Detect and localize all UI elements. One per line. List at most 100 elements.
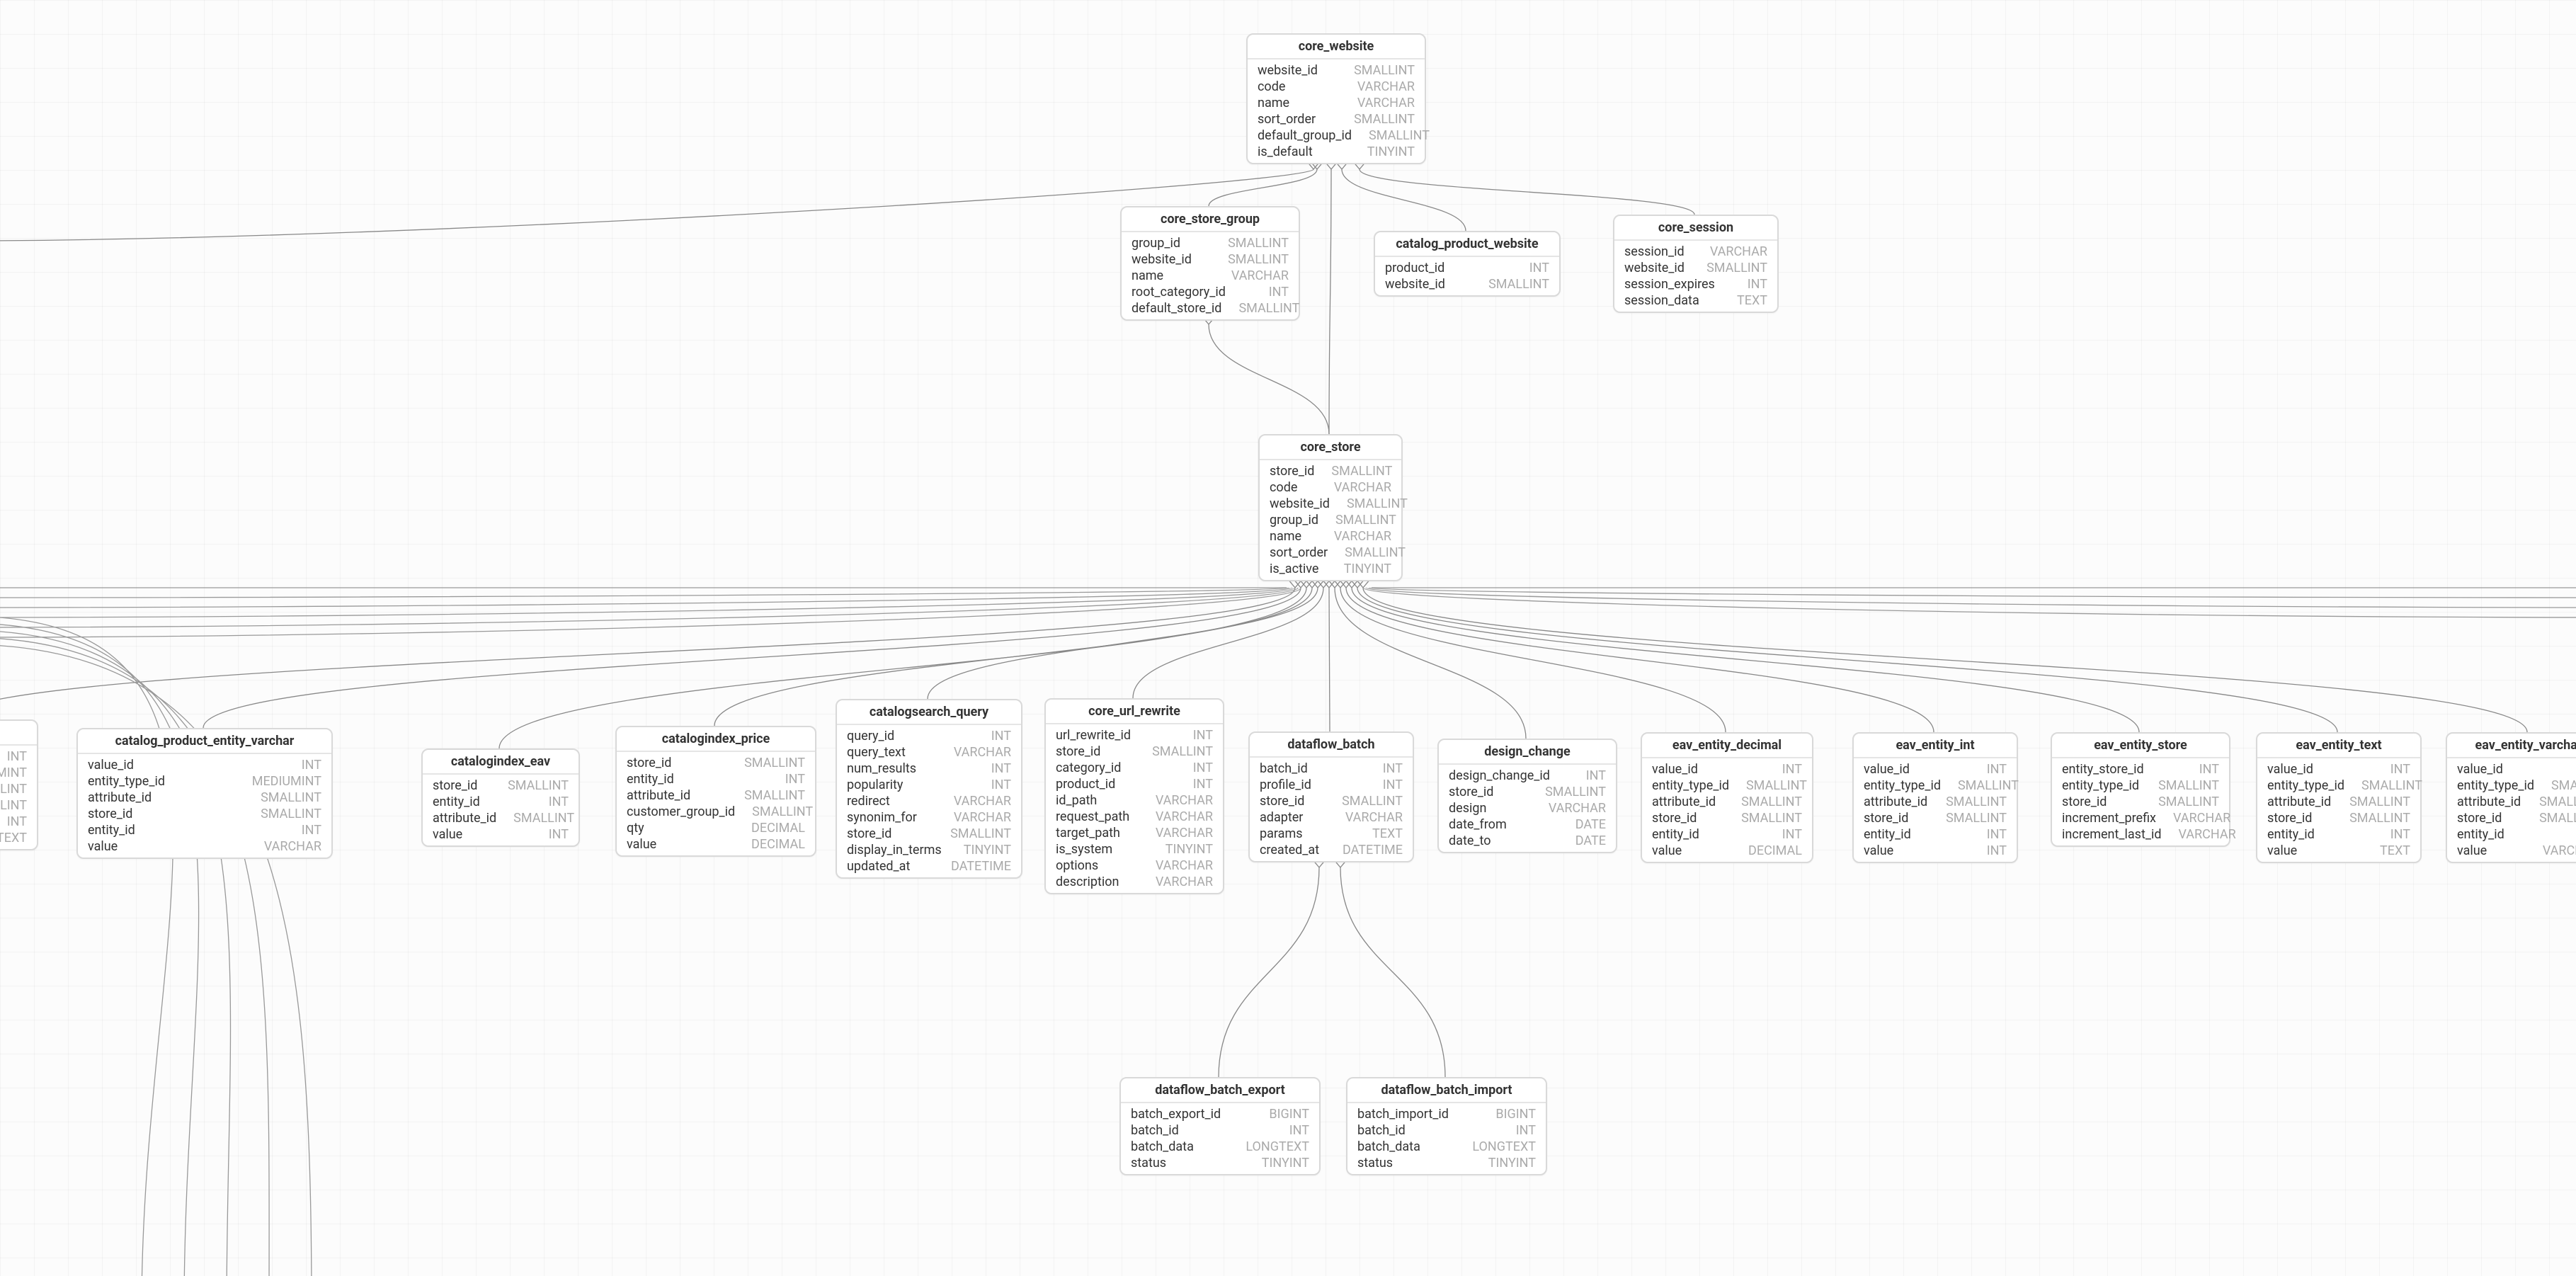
column-row: synonim_forVARCHAR — [837, 809, 1021, 826]
entity-title: core_website — [1248, 35, 1425, 59]
column-name: batch_id — [1260, 761, 1308, 776]
entity-catalogsearch_query[interactable]: catalogsearch_queryquery_idINTquery_text… — [836, 699, 1022, 879]
column-name: status — [1131, 1156, 1166, 1170]
entity-catalog_product_website[interactable]: catalog_product_website product_idINTwebs… — [1374, 231, 1561, 297]
column-name: store_id — [1260, 794, 1304, 809]
column-name: product_id — [1385, 261, 1444, 275]
column-type: BIGINT — [1495, 1107, 1536, 1122]
column-name: attribute_id — [2267, 794, 2331, 809]
column-row: value_id INT — [78, 757, 331, 773]
entity-dataflow_batch_import[interactable]: dataflow_batch_importbatch_import_idBIGI… — [1346, 1077, 1547, 1175]
column-type: DATETIME — [1343, 843, 1403, 858]
column-name: root_category_id — [1132, 285, 1226, 300]
column-type: INT — [1193, 761, 1213, 775]
column-type: INT — [302, 758, 321, 773]
column-type: VARCHAR — [1549, 801, 1606, 816]
diagram-canvas[interactable]: core_websitewebsite_idSMALLINTcodeVARCHA… — [0, 0, 2576, 1276]
column-type: SMALLINT — [1958, 778, 2019, 793]
entity-columns: session_idVARCHARwebsite_idSMALLINTsessi… — [1614, 241, 1777, 312]
column-row: request_pathVARCHAR — [1046, 809, 1223, 825]
column-name: entity_id — [2457, 827, 2504, 842]
entity-core_store_group[interactable]: core_store_groupgroup_idSMALLINTwebsite_… — [1120, 206, 1300, 321]
column-type: SMALLINT — [1228, 236, 1289, 251]
column-row: entity_idINT — [78, 822, 331, 838]
column-name: batch_id — [1131, 1123, 1179, 1138]
entity-eav_entity_varchar[interactable]: eav_entity_varcharvalue_idINTentity_type… — [2446, 732, 2576, 863]
column-type: INT — [1193, 777, 1213, 792]
column-type: LONGTEXT — [1472, 1139, 1536, 1154]
column-row: website_idSMALLINT — [1375, 276, 1559, 292]
entity-core_session[interactable]: core_sessionsession_idVARCHARwebsite_idS… — [1613, 215, 1779, 313]
column-type: SMALLINT — [1342, 794, 1403, 809]
column-name: website_id — [1270, 496, 1330, 511]
column-row: statusTINYINT — [1121, 1155, 1319, 1171]
column-type: SMALLINT — [2349, 794, 2410, 809]
column-name: store_id — [1652, 811, 1697, 826]
entity-columns: value_idINTentity_type_idMEDIUMINTattrib… — [78, 754, 331, 858]
entity-eav_entity_decimal[interactable]: eav_entity_decimalvalue_idINTentity_type… — [1641, 732, 1813, 863]
entity-catalog_product_entity_varchar[interactable]: catalog_product_entity_varcharvalue_idIN… — [76, 728, 333, 859]
entity-catalog_product_entity_text_partial[interactable]: xtINTMEDIUMINTSMALLINTSMALLINTINTTEXT — [0, 719, 38, 850]
entity-columns: website_idSMALLINTcodeVARCHARnameVARCHAR… — [1248, 59, 1425, 163]
entity-eav_entity_int[interactable]: eav_entity_intvalue_idINTentity_type_idS… — [1852, 732, 2018, 863]
column-type: SMALLINT — [508, 778, 569, 793]
column-row: store_idSMALLINT — [1642, 810, 1812, 826]
column-type: SMALLINT — [1345, 545, 1406, 560]
column-row: is_defaultTINYINT — [1248, 144, 1425, 160]
column-type: SMALLINT — [1369, 128, 1430, 143]
entity-columns: url_rewrite_idINTstore_idSMALLINTcategor… — [1046, 724, 1223, 893]
column-name: default_store_id — [1132, 301, 1221, 316]
column-name: batch_id — [1357, 1123, 1406, 1138]
column-name: entity_id — [2267, 827, 2315, 842]
column-row: value_idINT — [2257, 761, 2420, 777]
entity-core_url_rewrite[interactable]: core_url_rewriteurl_rewrite_idINTstore_i… — [1044, 698, 1224, 894]
column-name: entity_type_id — [2267, 778, 2344, 793]
column-name: value_id — [88, 758, 134, 773]
column-name: website_id — [1624, 261, 1685, 275]
entity-title: design_change — [1439, 740, 1616, 765]
column-row: store_idSMALLINT — [2257, 810, 2420, 826]
column-row: product_idINT — [1375, 260, 1559, 276]
entity-design_change[interactable]: design_changedesign_change_idINTstore_id… — [1437, 739, 1617, 853]
entity-eav_entity_store[interactable]: eav_entity_storeentity_store_idINTentity… — [2051, 732, 2230, 847]
column-row: is_systemTINYINT — [1046, 841, 1223, 858]
column-name: value_id — [1864, 762, 1910, 777]
entity-catalogindex_eav[interactable]: catalogindex_eavstore_idSMALLINTentity_i… — [421, 748, 580, 847]
column-name: store_id — [433, 778, 477, 793]
entity-dataflow_batch_export[interactable]: dataflow_batch_exportbatch_export_idBIGI… — [1119, 1077, 1321, 1175]
column-name: sort_order — [1270, 545, 1328, 560]
column-row: session_expiresINT — [1614, 276, 1777, 292]
column-type: VARCHAR — [1156, 826, 1213, 841]
column-name: website_id — [1132, 252, 1192, 267]
column-row: increment_prefixVARCHAR — [2052, 810, 2229, 826]
column-row: date_fromDATE — [1439, 816, 1616, 833]
entity-core_website[interactable]: core_websitewebsite_idSMALLINTcodeVARCHA… — [1246, 33, 1426, 164]
entity-dataflow_batch[interactable]: dataflow_batchbatch_idINTprofile_idINTst… — [1248, 731, 1414, 862]
column-row: query_idINT — [837, 728, 1021, 744]
entity-core_store[interactable]: core_storestore_idSMALLINTcodeVARCHARweb… — [1258, 434, 1403, 581]
column-name: store_id — [1056, 744, 1100, 759]
column-type: INT — [302, 823, 321, 838]
entity-catalogindex_price[interactable]: catalogindex_pricestore_idSMALLINTentity… — [615, 726, 816, 857]
entity-columns: batch_idINTprofile_idINTstore_idSMALLINT… — [1250, 758, 1413, 861]
column-name: batch_export_id — [1131, 1107, 1221, 1122]
entity-eav_entity_text[interactable]: eav_entity_textvalue_idINTentity_type_id… — [2256, 732, 2422, 863]
column-name: popularity — [847, 777, 903, 792]
column-name: value — [88, 839, 118, 854]
column-row: batch_import_id BIGINT — [1347, 1106, 1546, 1122]
column-name: batch_import_id — [1357, 1107, 1449, 1122]
entity-title: catalog_product_website — [1375, 232, 1559, 257]
column-row: website_idSMALLINT — [1614, 260, 1777, 276]
column-type: INT — [7, 814, 27, 829]
column-type: INT — [1289, 1123, 1309, 1138]
column-name: session_id — [1624, 244, 1685, 259]
column-name: attribute_id — [2457, 794, 2521, 809]
column-row: valueTEXT — [2257, 843, 2420, 859]
column-row: website_idSMALLINT — [1248, 62, 1425, 79]
column-row: entity_type_idSMALLINT — [2257, 777, 2420, 794]
entity-title: catalogindex_price — [617, 727, 815, 752]
column-type: INT — [1269, 285, 1289, 300]
column-name: is_active — [1270, 562, 1318, 576]
column-row: optionsVARCHAR — [1046, 858, 1223, 874]
entity-title: dataflow_batch_export — [1121, 1078, 1319, 1103]
